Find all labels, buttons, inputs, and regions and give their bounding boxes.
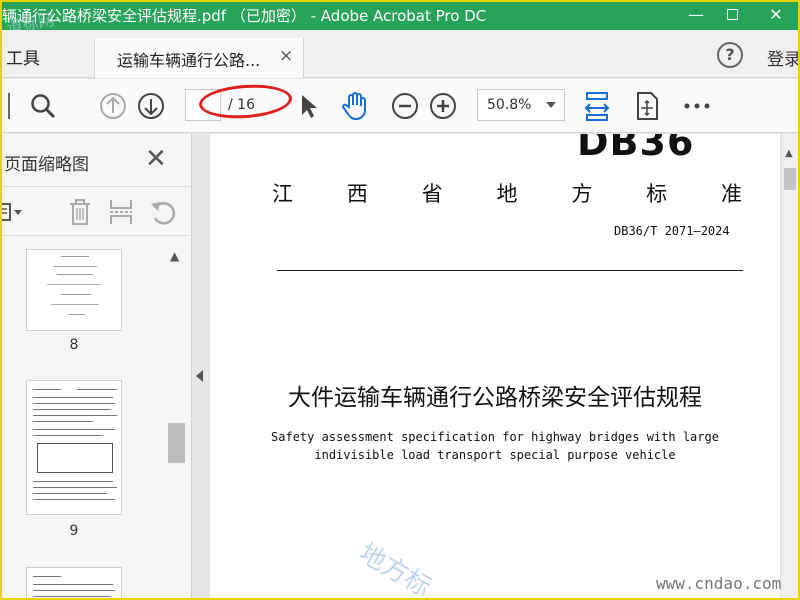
thumbnail-label-8: 8 bbox=[69, 337, 79, 353]
scrollbar-thumb[interactable] bbox=[784, 168, 796, 190]
toolbar-divider bbox=[8, 93, 10, 119]
heading-char: 标 bbox=[646, 182, 668, 206]
heading-char: 地 bbox=[496, 182, 518, 206]
select-tool-button[interactable] bbox=[294, 91, 324, 121]
heading-char: 准 bbox=[720, 182, 742, 206]
zoom-in-icon bbox=[430, 93, 456, 119]
thumbnail-label-9: 9 bbox=[69, 523, 79, 539]
toolbar: / 16 50.8% bbox=[2, 79, 798, 133]
thumbnail-page-8[interactable] bbox=[26, 249, 122, 331]
fit-width-button[interactable] bbox=[582, 91, 612, 121]
tab-bar: 工具 运输车辆通行公路... × ? 登录 bbox=[2, 30, 798, 78]
heading-char: 省 bbox=[421, 182, 443, 206]
rotate-icon bbox=[151, 202, 176, 225]
heading-char: 方 bbox=[571, 182, 593, 206]
close-tab-icon[interactable]: × bbox=[279, 46, 293, 66]
help-button[interactable]: ? bbox=[717, 42, 743, 68]
document-title-en-line1: Safety assessment specification for high… bbox=[271, 430, 719, 444]
tab-tools[interactable]: 工具 bbox=[6, 44, 40, 69]
extract-icon bbox=[110, 200, 132, 224]
collapse-arrow-icon bbox=[196, 370, 203, 382]
close-window-button[interactable]: ✕ bbox=[754, 2, 798, 30]
panel-title: 页面缩略图 bbox=[4, 155, 89, 175]
heading-char: 西 bbox=[346, 182, 368, 206]
search-icon bbox=[31, 94, 56, 119]
header-rule bbox=[277, 270, 743, 271]
delete-page-button[interactable] bbox=[65, 197, 95, 227]
zoom-out-icon bbox=[392, 93, 418, 119]
panel-toolbar bbox=[2, 186, 192, 236]
zoom-in-button[interactable] bbox=[428, 91, 458, 121]
app-window: 道标网 辆通行公路桥梁安全评估规程.pdf （已加密） - Adobe Acro… bbox=[0, 0, 800, 600]
panel-collapse-handle[interactable] bbox=[193, 134, 207, 598]
arrow-down-circle-icon bbox=[138, 93, 164, 119]
next-page-button[interactable] bbox=[136, 91, 166, 121]
more-icon bbox=[684, 103, 710, 109]
tab-document[interactable]: 运输车辆通行公路... × bbox=[94, 38, 304, 78]
zoom-out-button[interactable] bbox=[390, 91, 420, 121]
trash-icon bbox=[70, 199, 90, 225]
rotate-page-button[interactable] bbox=[148, 197, 178, 227]
hand-tool-button[interactable] bbox=[340, 91, 370, 121]
options-icon bbox=[2, 203, 22, 221]
thumbnail-scrollbar[interactable]: ▲ bbox=[165, 237, 185, 598]
maximize-button[interactable] bbox=[710, 2, 754, 30]
pdf-page: DB36 江 西 省 地 方 标 准 DB36/T 2071—2024 大件运输… bbox=[210, 134, 780, 598]
provincial-standard-heading: 江 西 省 地 方 标 准 bbox=[272, 178, 742, 208]
scrollbar-thumb[interactable] bbox=[168, 423, 185, 463]
thumbnail-page-9[interactable] bbox=[26, 380, 122, 515]
standard-number: DB36/T 2071—2024 bbox=[614, 224, 730, 238]
maximize-icon bbox=[726, 9, 738, 20]
arrow-up-circle-icon bbox=[100, 93, 126, 119]
close-panel-icon[interactable]: ✕ bbox=[145, 144, 167, 174]
thumbnail-panel: 页面缩略图 ✕ 8 9 ▲ bbox=[2, 134, 192, 598]
title-bar: 道标网 辆通行公路桥梁安全评估规程.pdf （已加密） - Adobe Acro… bbox=[2, 2, 798, 37]
header-code: DB36 bbox=[577, 134, 695, 164]
document-scrollbar[interactable]: ▲ bbox=[782, 134, 798, 598]
previous-page-button[interactable] bbox=[98, 91, 128, 121]
fit-page-icon bbox=[637, 92, 658, 120]
heading-char: 江 bbox=[272, 182, 293, 206]
document-title-en-line2: indivisible load transport special purpo… bbox=[314, 448, 676, 462]
zoom-level-select[interactable]: 50.8% bbox=[477, 89, 565, 121]
scroll-up-icon[interactable]: ▲ bbox=[785, 148, 793, 159]
fit-width-icon bbox=[584, 92, 610, 121]
window-title: 辆通行公路桥梁安全评估规程.pdf （已加密） - Adobe Acrobat … bbox=[2, 7, 487, 25]
site-watermark: www.cndao.com bbox=[656, 574, 782, 593]
document-title-cn: 大件运输车辆通行公路桥梁安全评估规程 bbox=[288, 385, 702, 411]
extract-page-button[interactable] bbox=[106, 197, 136, 227]
chevron-down-icon bbox=[546, 102, 556, 108]
zoom-level-value: 50.8% bbox=[487, 97, 532, 113]
cursor-arrow-icon bbox=[302, 95, 317, 118]
fit-page-button[interactable] bbox=[632, 91, 662, 121]
more-tools-button[interactable] bbox=[682, 91, 712, 121]
scroll-up-icon[interactable]: ▲ bbox=[170, 249, 179, 263]
red-annotation-ellipse bbox=[197, 81, 294, 122]
thumbnail-list: 8 9 bbox=[2, 237, 165, 598]
login-link[interactable]: 登录 bbox=[767, 45, 798, 70]
options-menu-button[interactable] bbox=[2, 197, 24, 227]
document-tab-label: 运输车辆通行公路... bbox=[117, 51, 261, 70]
document-view: DB36 江 西 省 地 方 标 准 DB36/T 2071—2024 大件运输… bbox=[207, 134, 782, 598]
hand-icon bbox=[342, 92, 366, 121]
search-button[interactable] bbox=[28, 91, 58, 121]
thumbnail-page-10[interactable] bbox=[26, 567, 122, 598]
